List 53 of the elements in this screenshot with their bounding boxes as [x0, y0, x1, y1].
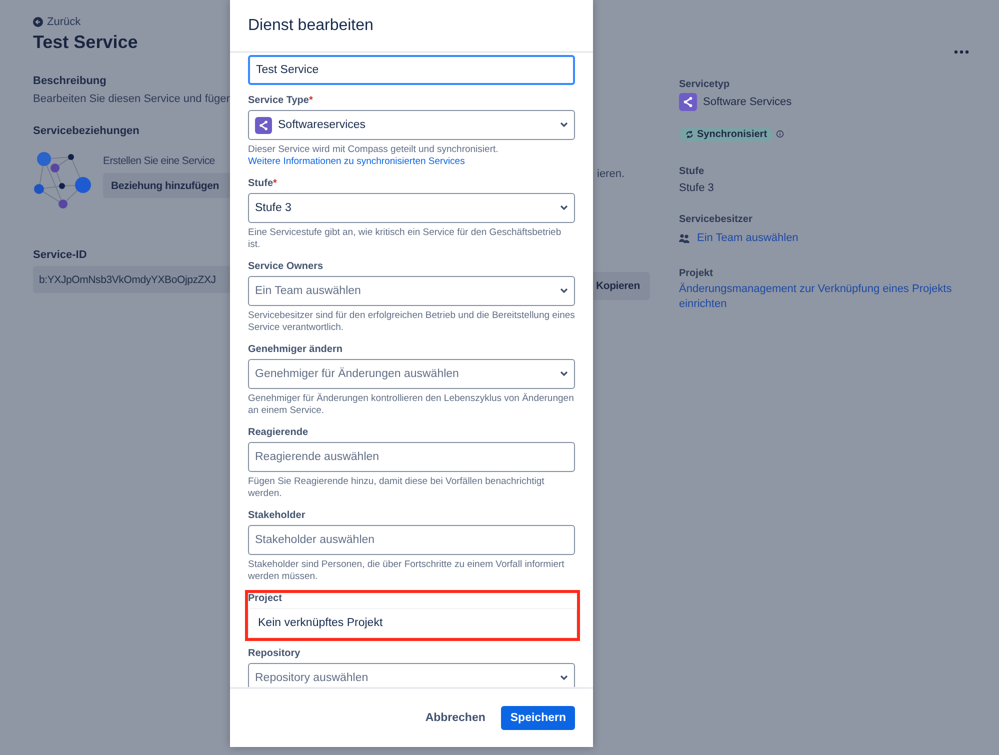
page-title: Test Service [33, 32, 138, 53]
cancel-button[interactable]: Abbrechen [419, 706, 492, 730]
field-label: Project [248, 593, 283, 604]
chevron-down-icon [560, 205, 568, 211]
name-input[interactable]: Test Service [248, 55, 575, 85]
input-field[interactable]: Stakeholder auswählen [248, 525, 575, 555]
relations-text: Erstellen Sie eine Service [103, 155, 215, 167]
project-field: Kein verknüpftes Projekt [248, 608, 577, 638]
copy-button[interactable]: Kopieren [593, 272, 650, 300]
chevron-down-icon [560, 675, 568, 681]
field-label: Stufe* [248, 178, 278, 189]
people-icon [679, 234, 690, 243]
field-label: Projekt [679, 268, 713, 279]
help-text: Dieser Service wird mit Compass geteilt und synchronisiert. Weitere Informationen zu synchronisierten Services [248, 144, 500, 168]
tier-value: Stufe 3 [679, 182, 714, 194]
dialog-title: Dienst bearbeiten [248, 16, 374, 34]
select-field[interactable]: Genehmiger für Änderungen auswählen [248, 359, 575, 389]
save-button[interactable]: Speichern [501, 706, 575, 730]
field-label: Servicetyp [679, 79, 730, 90]
field-label: Genehmiger ändern [248, 344, 344, 355]
select-field[interactable]: Repository auswählen [248, 663, 575, 687]
help-text: Servicebesitzer sind für den erfolgreichen Betrieb und die Bereitstellung eines Service verantwortlich. [248, 310, 575, 334]
relations-text-end: ieren. [596, 168, 625, 180]
help-text: Stakeholder sind Personen, die über Fortschritte zu einem Vorfall informiert werden müssen. [248, 559, 566, 583]
select-field[interactable]: Ein Team auswählen [248, 276, 575, 306]
sync-icon [685, 130, 694, 139]
chevron-down-icon [560, 288, 568, 294]
field-label: Service Type* [248, 95, 314, 106]
field-label: Stufe [679, 166, 704, 177]
select-field[interactable]: Stufe 3 [248, 193, 575, 223]
help-text: Eine Servicestufe gibt an, wie kritisch ein Service für den Geschäftsbetrieb ist. [248, 227, 562, 251]
section-heading: Service-ID [33, 249, 87, 261]
field-label: Stakeholder [248, 510, 306, 521]
section-heading: Beschreibung [33, 75, 106, 87]
info-icon[interactable] [776, 130, 784, 138]
select-field[interactable]: Softwareservices [248, 110, 575, 140]
service-type-value: Software Services [679, 93, 792, 111]
section-heading: Servicebeziehungen [33, 125, 140, 137]
project-link[interactable]: Änderungsmanagement zur Verknüpfung eines Projekts einrichten [679, 282, 963, 312]
field-label: Repository [248, 648, 302, 659]
help-text: Genehmiger für Änderungen kontrollieren den Lebenszyklus von Änderungen an einem Service. [248, 393, 575, 417]
input-field[interactable]: Reagierende auswählen [248, 442, 575, 472]
back-link[interactable]: Zurück [33, 14, 81, 30]
owner-link[interactable]: Ein Team auswählen [697, 231, 798, 246]
help-link[interactable]: Weitere Informationen zu synchronisierten Services [248, 156, 465, 167]
sync-badge: Synchronisiert [679, 127, 774, 142]
field-label: Reagierende [248, 427, 310, 438]
chevron-down-icon [560, 122, 568, 128]
field-label: Servicebesitzer [679, 214, 752, 225]
share-icon [679, 93, 697, 111]
chevron-down-icon [560, 371, 568, 377]
back-arrow-icon [33, 17, 43, 27]
help-text: Fügen Sie Reagierende hinzu, damit diese bei Vorfällen benachrichtigt werden. [248, 476, 546, 500]
